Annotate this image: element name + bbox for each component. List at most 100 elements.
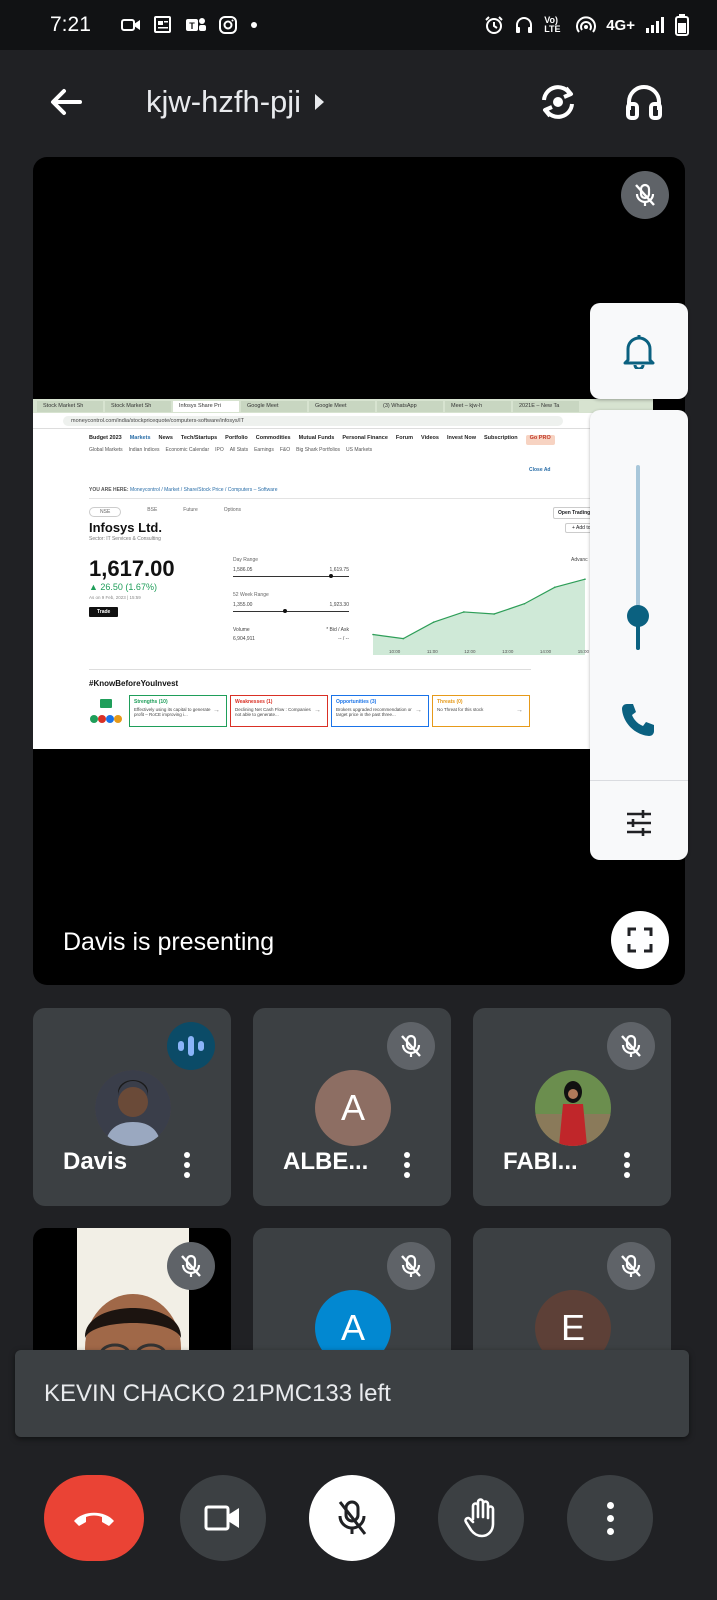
company-sector: Sector: IT Services & Consulting xyxy=(89,536,161,542)
chart-time-axis: 10:00 11:00 12:00 13:00 14:00 15:00 xyxy=(389,649,589,654)
back-button[interactable] xyxy=(44,80,88,124)
chart-time-tick: 12:00 xyxy=(464,649,476,654)
chart-time-tick: 11:00 xyxy=(426,649,438,654)
notification-sound-button[interactable] xyxy=(590,303,688,399)
browser-tab: (3) WhatsApp xyxy=(377,400,443,412)
signal-icon xyxy=(645,16,665,34)
chart-point xyxy=(432,621,435,623)
meeting-info-button[interactable]: kjw-hzfh-pji xyxy=(146,84,325,120)
participant-left-toast: KEVIN CHACKO 21PMC133 left xyxy=(15,1350,689,1437)
end-call-icon xyxy=(74,1512,114,1526)
know-before-you-invest-heading: #KnowBeforeYouInvest xyxy=(89,679,179,688)
site-nav-item: Mutual Funds xyxy=(298,435,335,441)
presentation-muted-indicator xyxy=(621,171,669,219)
chart-point xyxy=(372,633,374,636)
headphones-status-icon xyxy=(514,15,534,35)
site-nav-item: Budget 2023 xyxy=(89,435,122,441)
participant-tile[interactable]: Davis xyxy=(33,1008,231,1206)
site-nav-item: Subscription xyxy=(484,435,518,441)
swot-card-text: Brokers upgraded recommendation or targe… xyxy=(336,707,412,717)
site-subnav-item: Indian Indices xyxy=(128,447,160,453)
site-nav-item: Commodities xyxy=(255,435,291,441)
trade-button: Trade xyxy=(89,607,119,617)
speaking-indicator xyxy=(167,1022,215,1070)
fullscreen-button[interactable] xyxy=(611,911,669,969)
participant-name: ALBE... xyxy=(283,1148,369,1175)
mic-off-icon xyxy=(338,1500,367,1535)
site-nav-item: Invest Now xyxy=(446,435,477,441)
sound-settings-icon[interactable] xyxy=(624,808,654,838)
presentation-tile[interactable]: Stock Market Sh Stock Market Sh Infosys … xyxy=(33,157,685,985)
swot-badge-icon xyxy=(90,699,122,723)
week52-label: 52 Week Range xyxy=(233,592,269,598)
browser-tab: Meet – kjw-h xyxy=(445,400,511,412)
day-range: Day Range 1,586.05 1,619.75 xyxy=(233,557,349,578)
leave-call-button[interactable] xyxy=(44,1475,144,1561)
company-name: Infosys Ltd. xyxy=(89,520,162,535)
chart-point xyxy=(523,602,526,605)
browser-address-bar: moneycontrol.com/india/stockpricequote/c… xyxy=(33,413,653,429)
avatar xyxy=(535,1070,611,1146)
breadcrumb-path: Moneycontrol / Market / Share/Stock Pric… xyxy=(129,487,278,493)
microphone-toggle-button[interactable] xyxy=(309,1475,395,1561)
browser-tab: 2021E – New Ta xyxy=(513,400,579,412)
audio-output-button[interactable] xyxy=(622,80,666,124)
toast-message: KEVIN CHACKO 21PMC133 left xyxy=(44,1379,391,1407)
participant-more-options-button[interactable] xyxy=(395,1148,419,1182)
chart-point xyxy=(493,613,495,615)
week52-range: 52 Week Range 1,355.00 1,923.30 xyxy=(233,592,349,613)
call-volume-phone-icon[interactable] xyxy=(618,700,658,740)
site-subnav-item: All Stats xyxy=(229,447,249,453)
chart-time-tick: 13:00 xyxy=(502,649,514,654)
site-breadcrumb: YOU ARE HERE: Moneycontrol / Market / Sh… xyxy=(89,487,278,493)
participant-more-options-button[interactable] xyxy=(615,1148,639,1182)
swot-card-text: Effectively using its capital to generat… xyxy=(134,707,211,717)
news-notification-icon xyxy=(153,16,173,34)
exchange-tab: Future xyxy=(183,507,198,513)
volume-slider-thumb[interactable] xyxy=(627,605,649,627)
avatar xyxy=(95,1070,171,1146)
participant-tile[interactable]: A ALBE... xyxy=(253,1008,451,1206)
site-subnav-item: Economic Calendar xyxy=(165,447,210,453)
chart-time-tick: 14:00 xyxy=(539,649,552,654)
instagram-notification-icon xyxy=(218,16,237,34)
swot-card-title: Weaknesses (1) xyxy=(235,699,273,705)
site-nav-item: News xyxy=(158,435,173,441)
browser-tab: Google Meet xyxy=(309,400,375,412)
volume-label: Volume xyxy=(233,627,250,633)
more-notifications-dot-icon xyxy=(249,20,259,30)
day-high: 1,619.75 xyxy=(329,567,349,573)
mic-off-icon xyxy=(401,1254,421,1277)
breadcrumb-prefix: YOU ARE HERE: xyxy=(89,487,129,493)
participant-tile[interactable]: FABI... xyxy=(473,1008,671,1206)
more-options-button[interactable] xyxy=(567,1475,653,1561)
browser-tab-active: Infosys Share Pri xyxy=(173,400,239,412)
volume-value: 6,904,911 xyxy=(233,636,255,642)
back-arrow-icon xyxy=(51,89,82,115)
battery-icon xyxy=(675,14,689,36)
site-nav-item: Tech/Startups xyxy=(180,435,218,441)
raise-hand-icon xyxy=(464,1498,495,1538)
site-main-nav: Budget 2023 Markets News Tech/Startups P… xyxy=(33,429,653,445)
swot-card-title: Opportunities (3) xyxy=(336,699,377,705)
svg-text:T: T xyxy=(189,21,195,31)
volte-indicator: Vo) LTE xyxy=(544,15,561,34)
participant-more-options-button[interactable] xyxy=(175,1148,199,1182)
site-sub-nav: Global Markets Indian Indices Economic C… xyxy=(33,445,653,457)
browser-tab: Google Meet xyxy=(241,400,307,412)
site-subnav-item: Global Markets xyxy=(89,447,123,453)
swot-card: Weaknesses (1) Declining Net Cash Flow : … xyxy=(230,695,328,727)
site-nav-item: Portfolio xyxy=(225,435,248,441)
more-dot xyxy=(606,1527,614,1535)
switch-camera-button[interactable] xyxy=(536,80,580,124)
price-change: ▲ 26.50 (1.67%) xyxy=(89,582,157,592)
camera-toggle-button[interactable] xyxy=(180,1475,266,1561)
raise-hand-button[interactable] xyxy=(438,1475,524,1561)
alarm-icon xyxy=(484,15,504,35)
camera-icon xyxy=(204,1505,239,1531)
week52-low: 1,355.00 xyxy=(233,602,253,608)
site-subnav-item: IPO xyxy=(215,447,224,453)
bid-ask-label: * Bid / Ask xyxy=(326,627,349,633)
avatar: A xyxy=(315,1070,391,1146)
meet-call-screen: 7:21 T Vo) LTE 4G+ kjw-hzfh-pji Stock Ma… xyxy=(0,0,717,1600)
